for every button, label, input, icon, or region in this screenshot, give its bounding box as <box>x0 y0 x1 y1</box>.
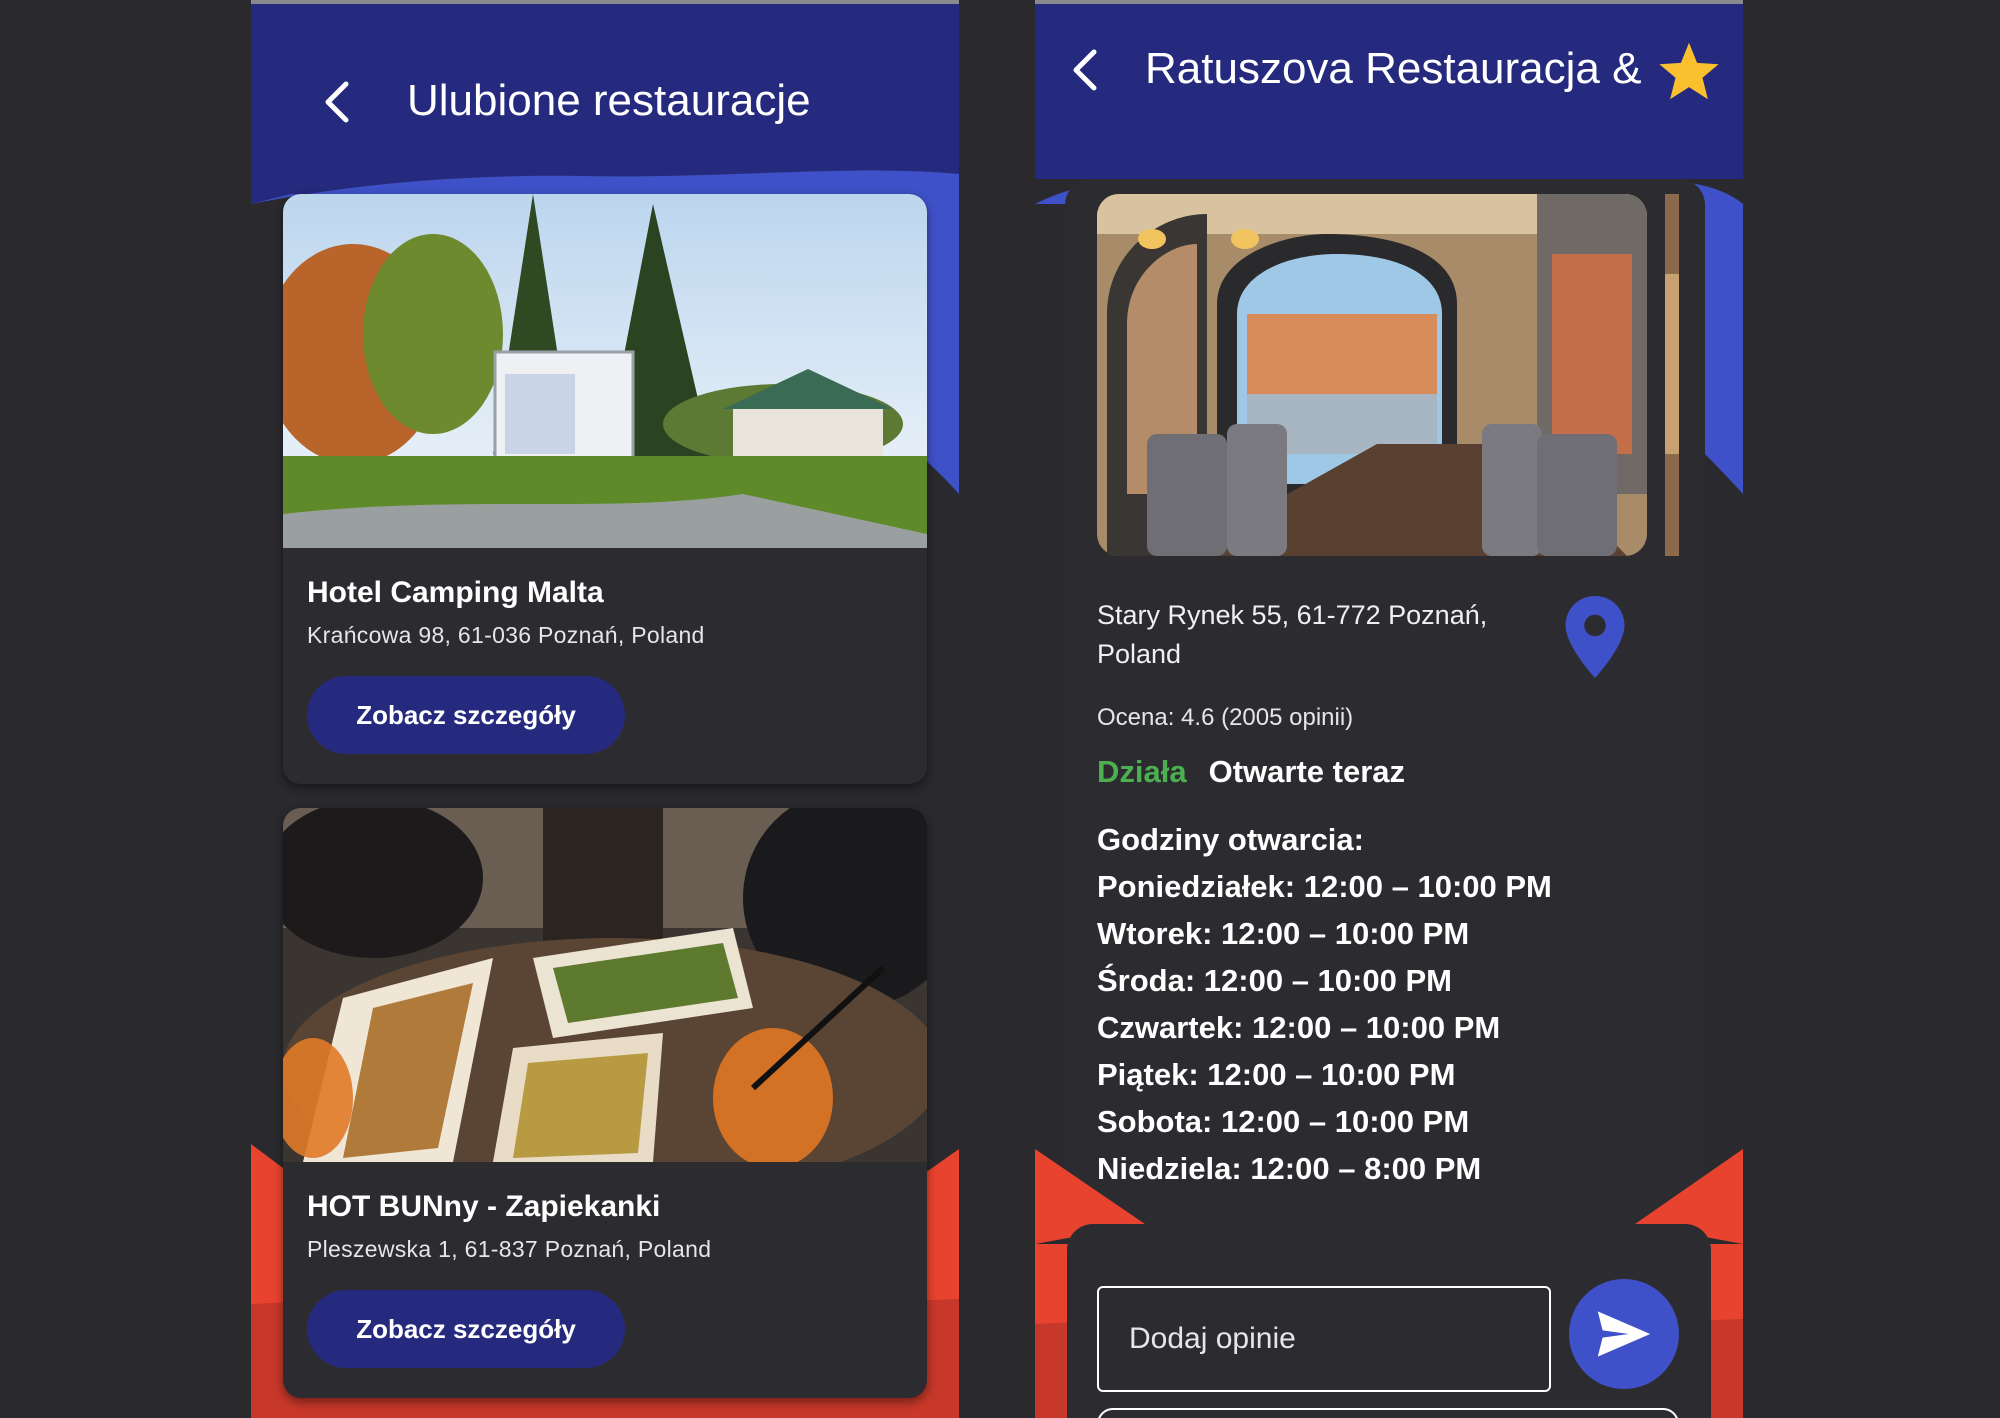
secondary-input[interactable] <box>1097 1408 1679 1418</box>
back-button[interactable] <box>307 72 367 132</box>
opening-hours-title: Godziny otwarcia: <box>1097 822 1364 857</box>
view-details-button[interactable]: Zobacz szczegóły <box>307 1290 625 1368</box>
restaurant-card: HOT BUNny - Zapiekanki Pleszewska 1, 61-… <box>283 808 927 1398</box>
restaurant-photo[interactable] <box>283 808 927 1162</box>
restaurant-photo[interactable] <box>283 194 927 548</box>
restaurant-address: Krańcowa 98, 61-036 Poznań, Poland <box>307 622 705 648</box>
review-input[interactable] <box>1097 1286 1551 1392</box>
hours-row: Niedziela: 12:00 – 8:00 PM <box>1097 1151 1482 1186</box>
send-icon <box>1597 1311 1651 1357</box>
send-review-button[interactable] <box>1569 1279 1679 1389</box>
hours-row: Sobota: 12:00 – 10:00 PM <box>1097 1104 1470 1139</box>
hours-row: Czwartek: 12:00 – 10:00 PM <box>1097 1010 1501 1045</box>
hours-row: Piątek: 12:00 – 10:00 PM <box>1097 1057 1456 1092</box>
status-label: Działa <box>1097 754 1187 789</box>
restaurant-name: Hotel Camping Malta <box>307 576 604 609</box>
hours-row: Poniedziałek: 12:00 – 10:00 PM <box>1097 869 1552 904</box>
map-pin-button[interactable] <box>1559 594 1631 680</box>
page-title: Ulubione restauracje <box>407 76 811 125</box>
restaurant-address: Pleszewska 1, 61-837 Poznań, Poland <box>307 1236 712 1262</box>
open-status: Działa Otwarte teraz <box>1097 754 1405 790</box>
map-pin-icon <box>1565 596 1625 678</box>
restaurant-card: Hotel Camping Malta Krańcowa 98, 61-036 … <box>283 194 927 784</box>
view-details-button[interactable]: Zobacz szczegóły <box>307 676 625 754</box>
back-button[interactable] <box>1055 40 1115 100</box>
hours-row: Środa: 12:00 – 10:00 PM <box>1097 963 1452 998</box>
restaurant-details-screen: Ratuszova Restauracja & Stary Rynek 55, … <box>1035 0 1743 1418</box>
favorites-screen: Ulubione restauracje Hotel Camping Malta… <box>251 0 959 1418</box>
opening-hours: Godziny otwarcia: Poniedziałek: 12:00 – … <box>1097 816 1552 1192</box>
favorite-button[interactable] <box>1653 38 1725 104</box>
star-icon <box>1659 42 1719 100</box>
restaurant-address: Stary Rynek 55, 61-772 Poznań, Poland <box>1097 600 1488 669</box>
open-now-label: Otwarte teraz <box>1208 754 1406 789</box>
rating-text: Ocena: 4.6 (2005 opinii) <box>1097 704 1354 731</box>
restaurant-title: Ratuszova Restauracja & <box>1145 44 1642 93</box>
restaurant-name: HOT BUNny - Zapiekanki <box>307 1190 661 1223</box>
hours-row: Wtorek: 12:00 – 10:00 PM <box>1097 916 1470 951</box>
chevron-left-icon <box>325 81 349 123</box>
restaurant-photo[interactable] <box>1097 194 1647 556</box>
next-photo-preview[interactable] <box>1665 194 1679 556</box>
chevron-left-icon <box>1073 49 1097 91</box>
